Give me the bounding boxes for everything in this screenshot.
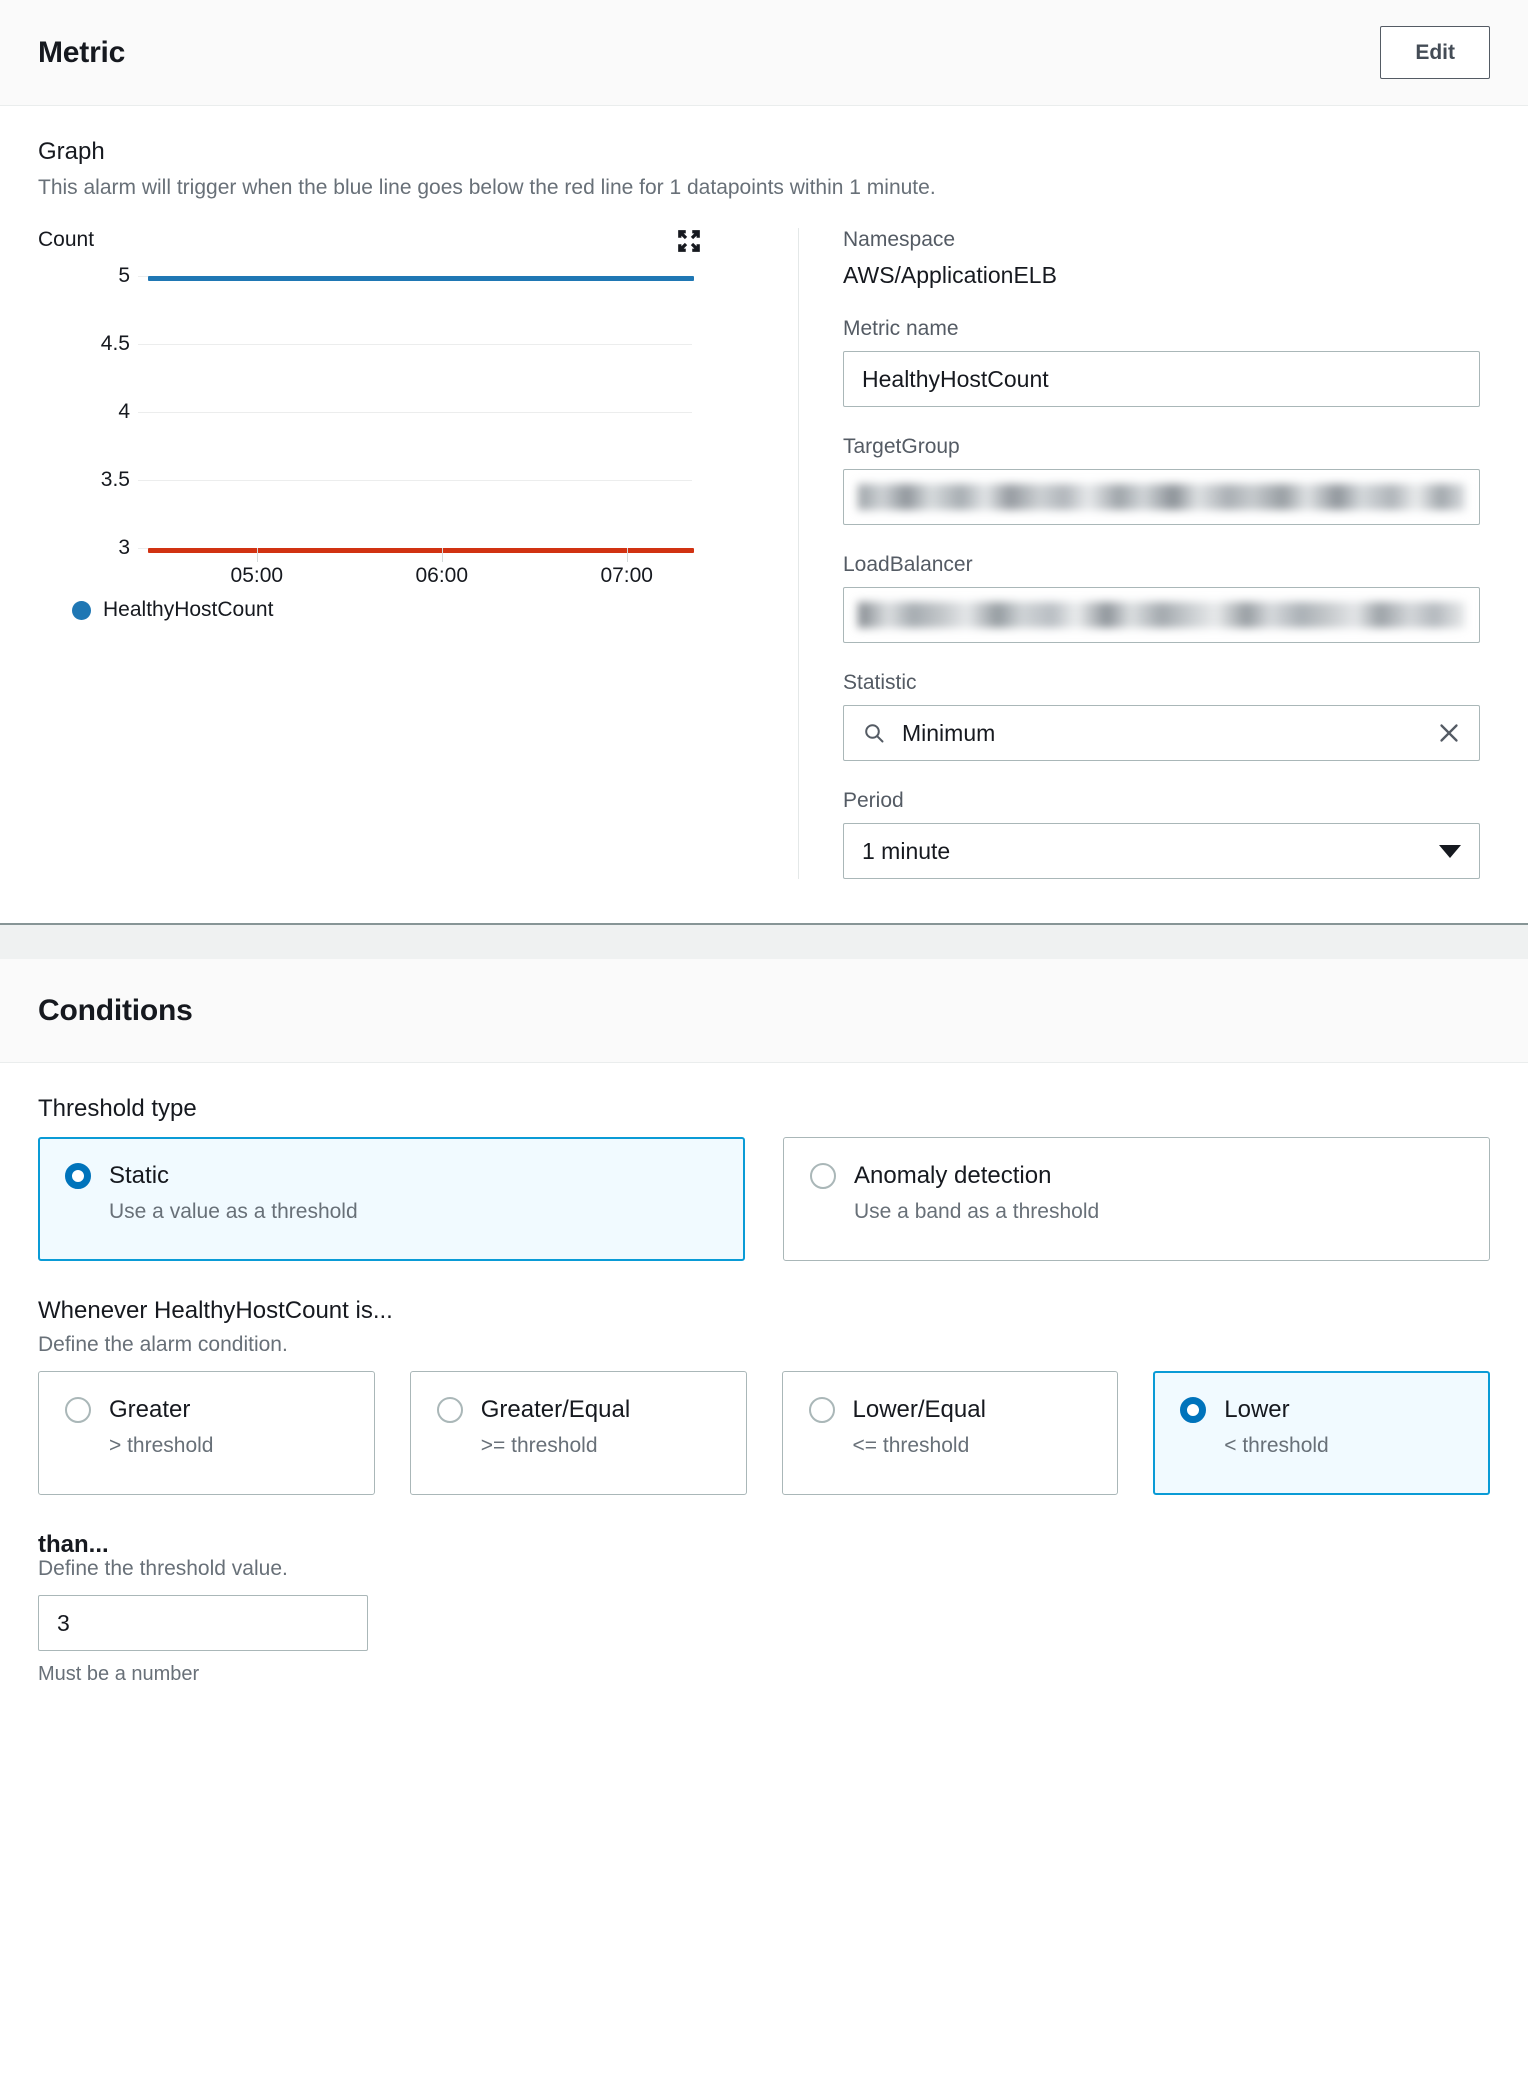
radio-icon[interactable] — [65, 1163, 91, 1190]
comparison-option-lower[interactable]: Lower < threshold — [1153, 1371, 1490, 1496]
metric-name-input[interactable]: HealthyHostCount — [843, 351, 1480, 408]
graph-heading: Graph — [38, 138, 105, 166]
radio-icon[interactable] — [1180, 1397, 1207, 1424]
namespace-value: AWS/ApplicationELB — [843, 262, 1057, 289]
whenever-sublabel: Define the alarm condition. — [38, 1333, 288, 1357]
x-axis-tick: 06:00 — [415, 564, 469, 588]
statistic-label: Statistic — [843, 671, 917, 695]
load-balancer-field: LoadBalancer — [843, 553, 1480, 644]
threshold-type-group: Static Use a value as a threshold Anomal… — [38, 1137, 1490, 1262]
metric-form: Namespace AWS/ApplicationELB Metric name… — [799, 228, 1490, 880]
gridline — [138, 480, 692, 482]
option-description: > threshold — [109, 1434, 214, 1458]
x-axis-tick-mark — [626, 548, 628, 563]
panel-separator — [0, 923, 1528, 960]
option-title: Anomaly detection — [854, 1162, 1052, 1190]
radio-icon[interactable] — [65, 1397, 91, 1424]
than-sublabel: Define the threshold value. — [38, 1557, 288, 1581]
option-title: Greater/Equal — [480, 1396, 631, 1424]
namespace-label: Namespace — [843, 228, 956, 252]
metric-panel: Metric Edit Graph This alarm will trigge… — [0, 0, 1528, 924]
option-title: Greater — [109, 1396, 191, 1424]
option-description: >= threshold — [480, 1434, 598, 1458]
target-group-field: TargetGroup — [843, 435, 1480, 526]
namespace-field: Namespace AWS/ApplicationELB — [843, 228, 1480, 289]
period-value: 1 minute — [862, 837, 951, 864]
metric-name-label: Metric name — [843, 317, 959, 341]
target-group-input[interactable] — [843, 469, 1480, 526]
chart-legend: HealthyHostCount — [38, 598, 778, 622]
period-select[interactable]: 1 minute — [843, 823, 1480, 880]
y-axis-tick: 3 — [118, 536, 130, 560]
option-description: <= threshold — [852, 1434, 970, 1458]
page-title: Metric — [38, 35, 126, 69]
redacted-value — [858, 602, 1465, 629]
period-field: Period 1 minute — [843, 789, 1480, 880]
conditions-panel-header: Conditions — [0, 959, 1528, 1064]
metric-panel-body: Graph This alarm will trigger when the b… — [0, 106, 1528, 923]
period-label: Period — [843, 789, 904, 813]
radio-icon[interactable] — [436, 1397, 463, 1424]
conditions-panel-body: Threshold type Static Use a value as a t… — [0, 1063, 1528, 1730]
metric-panel-header: Metric Edit — [0, 0, 1528, 107]
than-label: than... — [38, 1531, 109, 1559]
redacted-value — [858, 484, 1465, 511]
statistic-field: Statistic Minimum — [843, 671, 1480, 762]
y-axis-tick: 3.5 — [100, 468, 130, 492]
conditions-title: Conditions — [38, 993, 193, 1027]
threshold-type-option-anomaly-detection[interactable]: Anomaly detection Use a band as a thresh… — [783, 1137, 1490, 1262]
option-description: Use a value as a threshold — [109, 1200, 358, 1224]
statistic-value: Minimum — [902, 719, 996, 746]
option-title: Static — [109, 1162, 170, 1190]
comparison-option-greater[interactable]: Greater > threshold — [38, 1371, 375, 1496]
chart-topline: Count — [38, 228, 778, 254]
threshold-line — [148, 548, 694, 554]
search-icon — [862, 721, 886, 745]
conditions-panel: Conditions Threshold type Static Use a v… — [0, 959, 1528, 1731]
threshold-type-option-static[interactable]: Static Use a value as a threshold — [38, 1137, 745, 1262]
target-group-label: TargetGroup — [843, 435, 960, 459]
load-balancer-input[interactable] — [843, 587, 1480, 644]
option-description: < threshold — [1224, 1434, 1329, 1458]
metric-name-field: Metric name HealthyHostCount — [843, 317, 1480, 408]
legend-item-label: HealthyHostCount — [103, 598, 274, 622]
graph-description: This alarm will trigger when the blue li… — [38, 176, 936, 200]
metric-chart: 5 4.5 4 3.5 3 05:00 06:00 07:00 — [38, 262, 778, 592]
whenever-label: Whenever HealthyHostCount is... — [38, 1297, 393, 1325]
close-icon[interactable] — [1437, 721, 1461, 745]
gridline — [138, 344, 692, 346]
statistic-select[interactable]: Minimum — [843, 705, 1480, 762]
comparison-operator-group: Greater > threshold Greater/Equal >= thr… — [38, 1371, 1490, 1496]
radio-icon[interactable] — [810, 1163, 836, 1190]
edit-button[interactable]: Edit — [1380, 26, 1490, 80]
alarm-config-page: Metric Edit Graph This alarm will trigge… — [0, 0, 1528, 1731]
gridline — [138, 412, 692, 414]
metric-split-layout: Count 5 4.5 4 3.5 3 05:00 06:00 07:00 He… — [38, 228, 1490, 880]
option-description: Use a band as a threshold — [854, 1200, 1100, 1224]
x-axis-tick: 07:00 — [600, 564, 653, 588]
chart-y-axis-label: Count — [38, 228, 95, 252]
threshold-helper-text: Must be a number — [38, 1663, 200, 1686]
chart-plot-area: 5 4.5 4 3.5 3 05:00 06:00 07:00 — [101, 264, 694, 587]
x-axis-tick-mark — [441, 548, 443, 563]
series-line-healthyhostcount — [148, 276, 694, 282]
y-axis-tick: 4 — [118, 400, 130, 424]
option-title: Lower/Equal — [852, 1396, 986, 1424]
chart-column: Count 5 4.5 4 3.5 3 05:00 06:00 07:00 He… — [38, 228, 798, 879]
chevron-down-icon[interactable] — [1439, 844, 1461, 858]
load-balancer-label: LoadBalancer — [843, 553, 973, 577]
expand-arrows-icon[interactable] — [676, 228, 702, 254]
comparison-option-greater-equal[interactable]: Greater/Equal >= threshold — [409, 1371, 747, 1496]
x-axis-tick-mark — [256, 548, 258, 563]
comparison-option-lower-equal[interactable]: Lower/Equal <= threshold — [781, 1371, 1119, 1496]
threshold-type-label: Threshold type — [38, 1095, 197, 1123]
y-axis-tick: 4.5 — [100, 332, 130, 356]
x-axis-tick: 05:00 — [230, 564, 284, 588]
legend-swatch-icon — [72, 600, 91, 620]
option-title: Lower — [1224, 1396, 1290, 1424]
y-axis-tick: 5 — [118, 264, 130, 288]
threshold-value-input[interactable]: 3 — [38, 1595, 368, 1652]
radio-icon[interactable] — [808, 1397, 835, 1424]
